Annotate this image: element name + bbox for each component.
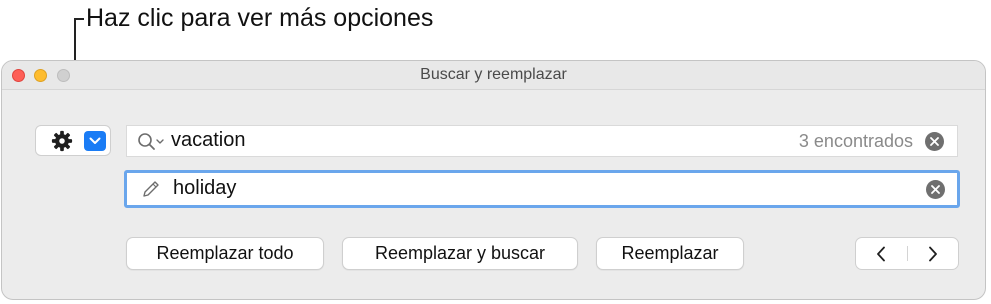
match-count: 3 encontrados (798, 131, 913, 151)
find-input-value[interactable]: vacation (171, 129, 246, 152)
title-bar: Buscar y reemplazar (2, 61, 985, 90)
clear-icon (931, 185, 940, 194)
clear-icon (930, 137, 939, 146)
replace-and-find-button[interactable]: Reemplazar y buscar (342, 237, 578, 270)
screenshot: Haz clic para ver más opciones Buscar y … (0, 0, 991, 304)
clear-replace-button[interactable] (926, 180, 945, 199)
clear-find-button[interactable] (925, 132, 944, 151)
chevron-right-icon (929, 246, 937, 262)
options-dropdown-toggle[interactable] (84, 131, 106, 151)
previous-match-button[interactable] (856, 238, 907, 269)
replace-all-button[interactable]: Reemplazar todo (126, 237, 324, 270)
replace-input-value[interactable]: holiday (173, 177, 236, 200)
options-popup-button[interactable] (35, 125, 111, 156)
search-icon[interactable] (137, 132, 167, 152)
replace-field[interactable]: holiday (124, 170, 960, 208)
replace-button[interactable]: Reemplazar (596, 237, 744, 270)
next-match-button[interactable] (908, 238, 959, 269)
find-replace-window: Buscar y reemplazar vacation 3 encontrad… (1, 60, 986, 300)
gear-icon (51, 130, 73, 152)
callout-text: Haz clic para ver más opciones (86, 4, 434, 32)
window-title: Buscar y reemplazar (420, 66, 567, 83)
chevron-left-icon (877, 246, 885, 262)
find-field[interactable]: vacation 3 encontrados (126, 125, 958, 157)
match-navigation (855, 237, 959, 270)
chevron-down-icon (89, 137, 101, 144)
pencil-icon (143, 181, 159, 197)
